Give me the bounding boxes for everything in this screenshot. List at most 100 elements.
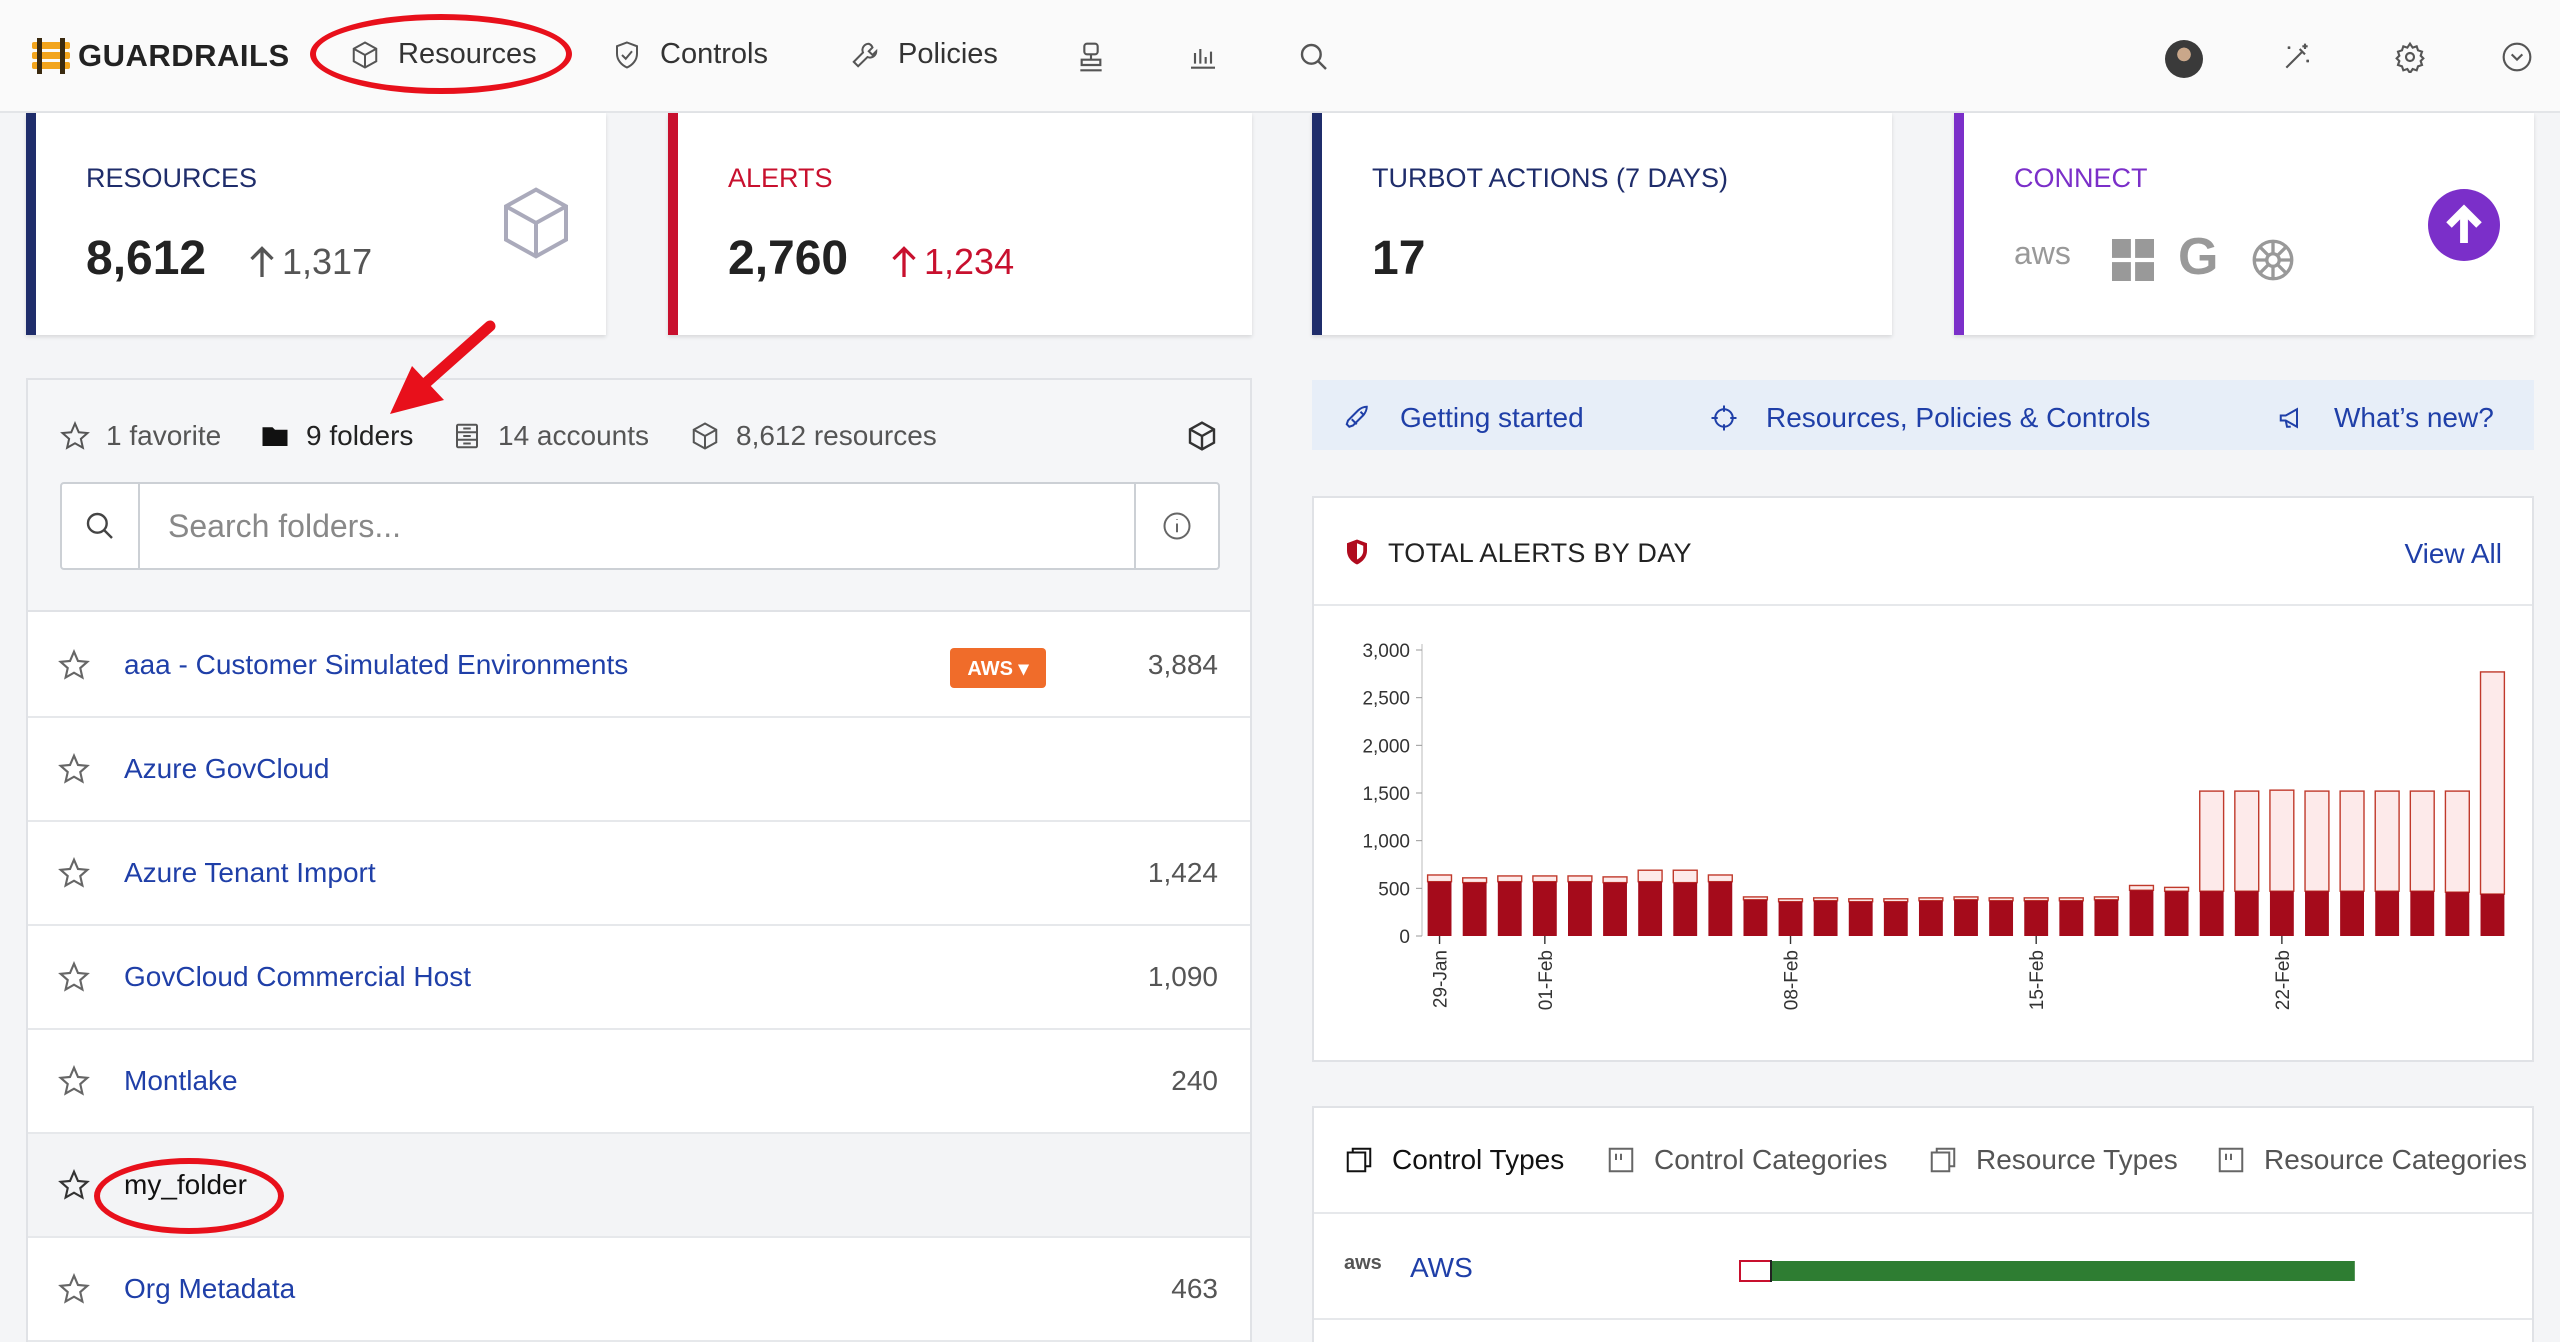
tab-label: Resource Types xyxy=(1976,1144,2178,1175)
tab-control-categories[interactable]: Control Categories xyxy=(1606,1144,1887,1176)
star-icon[interactable] xyxy=(58,961,90,993)
connect-card[interactable]: CONNECT aws G xyxy=(1954,113,2534,335)
bar-segment-alarm xyxy=(1462,882,1487,936)
y-tick-label: 1,000 xyxy=(1362,832,1410,853)
bar-segment-open xyxy=(2234,790,2260,892)
resources-card[interactable]: RESOURCES 8,612 1,317 xyxy=(26,113,606,335)
shield-check-icon xyxy=(616,40,638,69)
nav-search[interactable] xyxy=(1297,40,1331,74)
nav-settings[interactable] xyxy=(2393,40,2427,74)
arrow-up-icon xyxy=(250,246,274,277)
y-tick-label: 0 xyxy=(1399,927,1410,948)
bar-segment-open xyxy=(2444,790,2470,893)
bar-segment-open xyxy=(2023,897,2049,902)
bar-segment-open xyxy=(2269,789,2295,892)
aws-logo-icon: aws xyxy=(2014,235,2071,271)
folder-name[interactable]: Org Metadata xyxy=(124,1273,295,1305)
nav-policies[interactable]: Policies xyxy=(850,38,998,71)
folder-count: 463 xyxy=(1171,1273,1218,1304)
folder-count: 3,884 xyxy=(1147,649,1218,680)
folder-row[interactable]: Azure Tenant Import 1,424 xyxy=(28,822,1250,926)
star-icon[interactable] xyxy=(58,1273,90,1305)
favorites-stat[interactable]: 1 favorite xyxy=(60,420,221,452)
bar-segment-open xyxy=(2163,886,2190,892)
bar-segment-alarm xyxy=(1743,899,1768,936)
folder-count: 240 xyxy=(1171,1065,1218,1096)
folder-name[interactable]: Azure GovCloud xyxy=(124,753,329,785)
folder-row[interactable]: Montlake 240 xyxy=(28,1030,1250,1134)
cube-icon[interactable] xyxy=(1186,420,1218,452)
avatar[interactable] xyxy=(2165,40,2203,78)
tab-label: Resource Categories xyxy=(2264,1144,2528,1175)
bar-segment-alarm xyxy=(1603,882,1627,936)
nav-policies-label: Policies xyxy=(898,38,998,70)
folder-icon xyxy=(262,427,288,446)
resources-policies-link[interactable]: Resources, Policies & Controls xyxy=(1708,402,2150,434)
alerts-card[interactable]: ALERTS 2,760 1,234 xyxy=(668,113,1252,335)
star-icon[interactable] xyxy=(58,857,90,889)
bar-segment-open xyxy=(2304,790,2330,892)
folder-row[interactable]: aaa - Customer Simulated Environments AW… xyxy=(28,614,1250,718)
folder-name[interactable]: Azure Tenant Import xyxy=(124,857,376,889)
tab-control-types[interactable]: Control Types xyxy=(1344,1144,1564,1176)
favorites-label: 1 favorite xyxy=(106,420,222,451)
star-icon[interactable] xyxy=(58,1169,90,1201)
folders-stat[interactable]: 9 folders xyxy=(260,420,413,452)
turbot-actions-card[interactable]: TURBOT ACTIONS (7 DAYS) 17 xyxy=(1312,113,1892,335)
bar-segment-open xyxy=(2058,897,2084,902)
guardrails-logo-icon xyxy=(32,38,70,74)
resources-stat[interactable]: 8,612 resources xyxy=(690,420,937,452)
nav-reports[interactable] xyxy=(1074,40,1108,74)
nav-menu[interactable] xyxy=(2500,40,2534,74)
folder-count: 1,090 xyxy=(1147,961,1218,992)
tab-resource-categories[interactable]: Resource Categories xyxy=(2216,1144,2527,1176)
bar-segment-alarm xyxy=(2445,892,2470,936)
nav-charts[interactable] xyxy=(1186,40,1220,74)
star-icon[interactable] xyxy=(58,753,90,785)
folder-row[interactable]: Org Metadata 463 xyxy=(28,1238,1250,1342)
bar-segment-open xyxy=(1883,898,1909,903)
bar-segment-alarm xyxy=(1954,899,1978,936)
nav-controls[interactable]: Controls xyxy=(612,38,768,71)
google-icon: G xyxy=(2178,228,2219,286)
bar-segment-alarm xyxy=(1497,881,1522,936)
nav-magic[interactable] xyxy=(2280,40,2314,74)
layers-icon xyxy=(1930,1147,1956,1173)
getting-started-label: Getting started xyxy=(1400,402,1584,433)
y-tick-label: 2,500 xyxy=(1362,689,1410,710)
card-title: ALERTS xyxy=(728,163,833,193)
tab-resource-types[interactable]: Resource Types xyxy=(1928,1144,2178,1176)
card-delta-value: 1,234 xyxy=(924,241,1015,282)
category-icon xyxy=(1608,1147,1634,1173)
whats-new-link[interactable]: What’s new? xyxy=(2276,402,2494,434)
folder-name[interactable]: aaa - Customer Simulated Environments xyxy=(124,649,628,681)
types-row-aws[interactable]: aws AWS xyxy=(1314,1216,2532,1320)
folder-row[interactable]: GovCloud Commercial Host 1,090 xyxy=(28,926,1250,1030)
types-panel: Control Types Control Categories Resourc… xyxy=(1312,1106,2534,1342)
folder-row[interactable]: Azure GovCloud xyxy=(28,718,1250,822)
type-label[interactable]: AWS xyxy=(1410,1252,1473,1284)
aws-badge[interactable]: AWS ▾ xyxy=(950,648,1046,688)
star-icon[interactable] xyxy=(58,649,90,681)
bar-segment-open xyxy=(1777,898,1804,903)
bar-segment-alarm xyxy=(1638,881,1663,936)
megaphone-icon xyxy=(2279,407,2298,429)
folder-name[interactable]: GovCloud Commercial Host xyxy=(124,961,471,993)
reports-icon xyxy=(1080,42,1102,72)
upload-arrow-icon[interactable] xyxy=(2428,189,2500,261)
info-icon[interactable] xyxy=(1134,484,1218,568)
guardrails-logo[interactable]: GUARDRAILS xyxy=(32,38,290,74)
view-all-link[interactable]: View All xyxy=(2404,538,2502,570)
annotation-circle-resources xyxy=(310,14,572,94)
folder-name[interactable]: Montlake xyxy=(124,1065,238,1097)
accounts-stat[interactable]: 14 accounts xyxy=(452,420,649,452)
search-folders-input[interactable] xyxy=(140,484,1134,568)
y-tick-label: 3,000 xyxy=(1362,641,1410,662)
star-icon[interactable] xyxy=(58,1065,90,1097)
bar-segment-alarm xyxy=(1778,901,1803,936)
wrench-icon xyxy=(852,42,878,68)
bar-segment-alarm xyxy=(1918,900,1943,936)
bar-segment-open xyxy=(2409,790,2435,892)
y-tick-label: 1,500 xyxy=(1362,784,1410,805)
getting-started-link[interactable]: Getting started xyxy=(1342,402,1584,434)
